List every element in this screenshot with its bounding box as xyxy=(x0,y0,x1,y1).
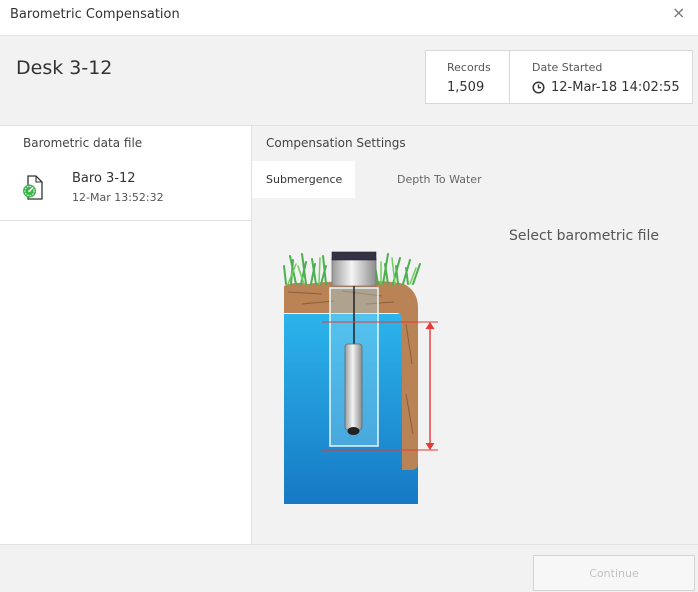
compensation-settings-panel: Compensation Settings Submergence Depth … xyxy=(252,126,698,544)
stats-divider xyxy=(509,51,510,103)
barometric-file-icon xyxy=(23,175,43,200)
compensation-settings-heading: Compensation Settings xyxy=(266,136,406,150)
tab-submergence[interactable]: Submergence xyxy=(252,161,355,198)
barometric-file-heading: Barometric data file xyxy=(23,136,143,150)
dialog-title: Barometric Compensation xyxy=(10,7,180,22)
close-icon[interactable]: × xyxy=(672,4,688,22)
tab-depth-to-water[interactable]: Depth To Water xyxy=(378,161,508,198)
barometric-file-name: Baro 3-12 xyxy=(72,171,136,186)
barometric-file-timestamp: 12-Mar 13:52:32 xyxy=(72,191,164,204)
barometric-file-panel: Barometric data file Baro 3-12 12-Mar 13… xyxy=(0,126,252,544)
device-header: Desk 3-12 Records 1,509 Date Started 12-… xyxy=(0,36,698,126)
dialog-footer: Continue xyxy=(0,544,698,592)
clock-icon xyxy=(532,81,545,94)
date-started-value: 12-Mar-18 14:02:55 xyxy=(551,80,680,95)
continue-button[interactable]: Continue xyxy=(533,555,695,591)
barometric-file-item[interactable]: Baro 3-12 12-Mar 13:52:32 xyxy=(0,162,251,221)
select-barometric-file-hint: Select barometric file xyxy=(509,228,659,244)
date-started-label: Date Started xyxy=(532,61,603,74)
records-value: 1,509 xyxy=(447,80,485,95)
well-submergence-diagram xyxy=(283,251,438,504)
records-label: Records xyxy=(447,61,491,74)
device-stats-box: Records 1,509 Date Started 12-Mar-18 14:… xyxy=(425,50,693,104)
dialog-title-bar: Barometric Compensation × xyxy=(0,0,698,36)
device-name: Desk 3-12 xyxy=(16,57,113,79)
